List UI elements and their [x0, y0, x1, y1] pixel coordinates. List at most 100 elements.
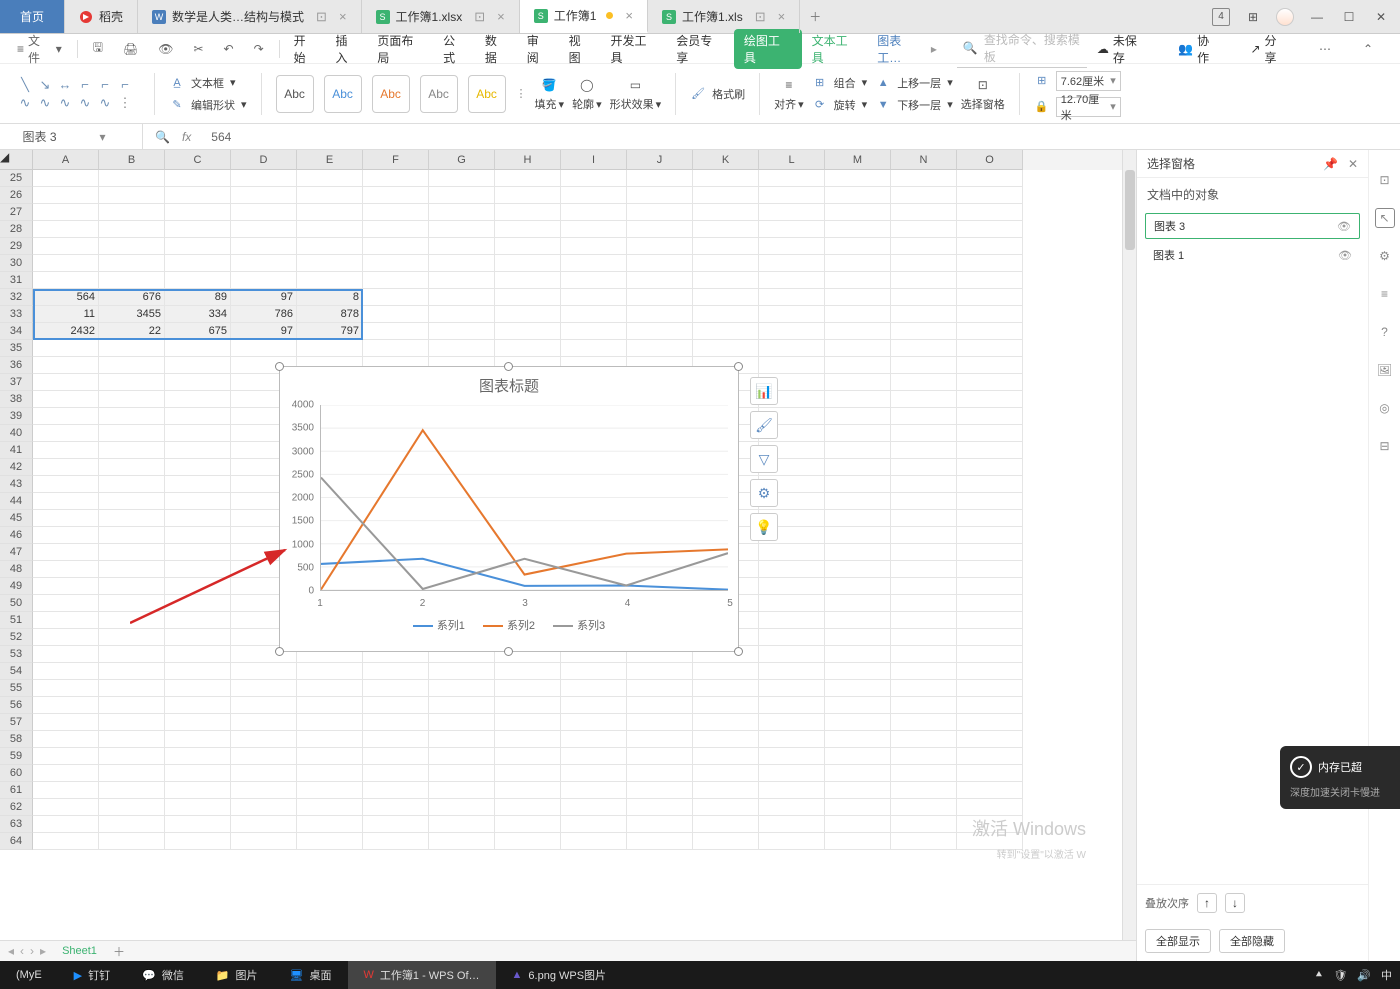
cell[interactable] — [957, 663, 1023, 680]
cell[interactable] — [297, 765, 363, 782]
cell[interactable]: 334 — [165, 306, 231, 323]
cell[interactable] — [891, 357, 957, 374]
cell[interactable] — [561, 221, 627, 238]
cell[interactable] — [165, 799, 231, 816]
cell[interactable] — [891, 799, 957, 816]
cell[interactable] — [957, 748, 1023, 765]
cell[interactable] — [99, 459, 165, 476]
cell[interactable] — [363, 306, 429, 323]
row-header[interactable]: 46 — [0, 527, 33, 544]
cell[interactable] — [957, 221, 1023, 238]
fx-icon[interactable]: fx — [182, 130, 191, 144]
cell[interactable] — [759, 255, 825, 272]
row-header[interactable]: 60 — [0, 765, 33, 782]
column-header[interactable]: J — [627, 150, 693, 170]
cell[interactable] — [99, 272, 165, 289]
sheet-tab-last-icon[interactable]: ▸ — [40, 944, 46, 958]
cell[interactable] — [429, 731, 495, 748]
cell[interactable] — [429, 816, 495, 833]
tray-ime-icon[interactable]: 中 — [1381, 967, 1392, 983]
cell[interactable] — [231, 731, 297, 748]
cell[interactable] — [825, 510, 891, 527]
ribtab-start[interactable]: 开始 — [286, 28, 326, 70]
column-header[interactable]: I — [561, 150, 627, 170]
tray-up-icon[interactable]: ⯅ — [1315, 969, 1324, 982]
cell[interactable] — [759, 612, 825, 629]
cell[interactable] — [891, 374, 957, 391]
cell[interactable] — [99, 833, 165, 850]
ribtab-devtools[interactable]: 开发工具 — [603, 28, 667, 70]
add-sheet-icon[interactable]: ＋ — [113, 943, 125, 960]
close-pane-icon[interactable]: ✕ — [1348, 157, 1358, 171]
ribtab-view[interactable]: 视图 — [561, 28, 601, 70]
row-header[interactable]: 32 — [0, 289, 33, 306]
cell[interactable] — [957, 680, 1023, 697]
cell[interactable] — [693, 221, 759, 238]
cell[interactable] — [825, 238, 891, 255]
cell[interactable] — [495, 816, 561, 833]
cell[interactable] — [429, 340, 495, 357]
cell[interactable] — [33, 748, 99, 765]
cell[interactable] — [165, 255, 231, 272]
cell[interactable] — [825, 442, 891, 459]
height-field[interactable]: 12.70厘米▾ — [1056, 97, 1121, 117]
cell[interactable] — [33, 255, 99, 272]
cell[interactable] — [759, 629, 825, 646]
cell[interactable] — [693, 680, 759, 697]
cell[interactable] — [825, 476, 891, 493]
cell[interactable]: 97 — [231, 289, 297, 306]
cell[interactable] — [363, 289, 429, 306]
cell[interactable] — [759, 544, 825, 561]
cell[interactable] — [825, 493, 891, 510]
cell[interactable] — [165, 272, 231, 289]
cell[interactable] — [627, 782, 693, 799]
row-header[interactable]: 56 — [0, 697, 33, 714]
cell[interactable] — [363, 765, 429, 782]
selection-pane-button[interactable]: ⊡选择窗格 — [961, 75, 1005, 112]
hide-all-button[interactable]: 全部隐藏 — [1219, 929, 1285, 953]
cell[interactable] — [825, 527, 891, 544]
apps-grid-icon[interactable]: ⊞ — [1244, 8, 1262, 26]
cell[interactable] — [891, 272, 957, 289]
cell[interactable] — [825, 374, 891, 391]
cell[interactable] — [231, 272, 297, 289]
window-close-icon[interactable]: ✕ — [1372, 8, 1390, 26]
cell[interactable] — [891, 238, 957, 255]
cell[interactable] — [165, 476, 231, 493]
chart-settings-button[interactable]: ⚙ — [750, 479, 778, 507]
cell[interactable] — [561, 714, 627, 731]
cell[interactable]: 675 — [165, 323, 231, 340]
cell[interactable] — [165, 442, 231, 459]
cell[interactable] — [693, 289, 759, 306]
cell[interactable] — [891, 833, 957, 850]
chart-filter-button[interactable]: ▽ — [750, 445, 778, 473]
cell[interactable] — [99, 561, 165, 578]
taskbar-item[interactable]: (MyE — [0, 961, 58, 989]
cell[interactable] — [891, 680, 957, 697]
cell[interactable] — [33, 680, 99, 697]
cell[interactable] — [297, 782, 363, 799]
ribtab-review[interactable]: 审阅 — [519, 28, 559, 70]
cell[interactable] — [759, 272, 825, 289]
cell[interactable] — [825, 221, 891, 238]
ribtab-insert[interactable]: 插入 — [328, 28, 368, 70]
cell[interactable] — [561, 833, 627, 850]
cell[interactable] — [165, 391, 231, 408]
undo-icon[interactable]: ↶ — [215, 37, 243, 61]
cell[interactable] — [759, 799, 825, 816]
cell[interactable] — [825, 799, 891, 816]
cell[interactable] — [627, 799, 693, 816]
cell[interactable] — [165, 527, 231, 544]
cell[interactable] — [297, 663, 363, 680]
cell[interactable] — [891, 816, 957, 833]
save-icon[interactable]: 🖫 — [84, 33, 112, 64]
cell[interactable] — [165, 187, 231, 204]
cell[interactable] — [825, 595, 891, 612]
column-header[interactable]: L — [759, 150, 825, 170]
cell[interactable] — [759, 306, 825, 323]
ribtab-data[interactable]: 数据 — [477, 28, 517, 70]
style-abc-4[interactable]: Abc — [420, 75, 458, 113]
cell[interactable] — [429, 187, 495, 204]
cell[interactable] — [33, 646, 99, 663]
row-header[interactable]: 44 — [0, 493, 33, 510]
